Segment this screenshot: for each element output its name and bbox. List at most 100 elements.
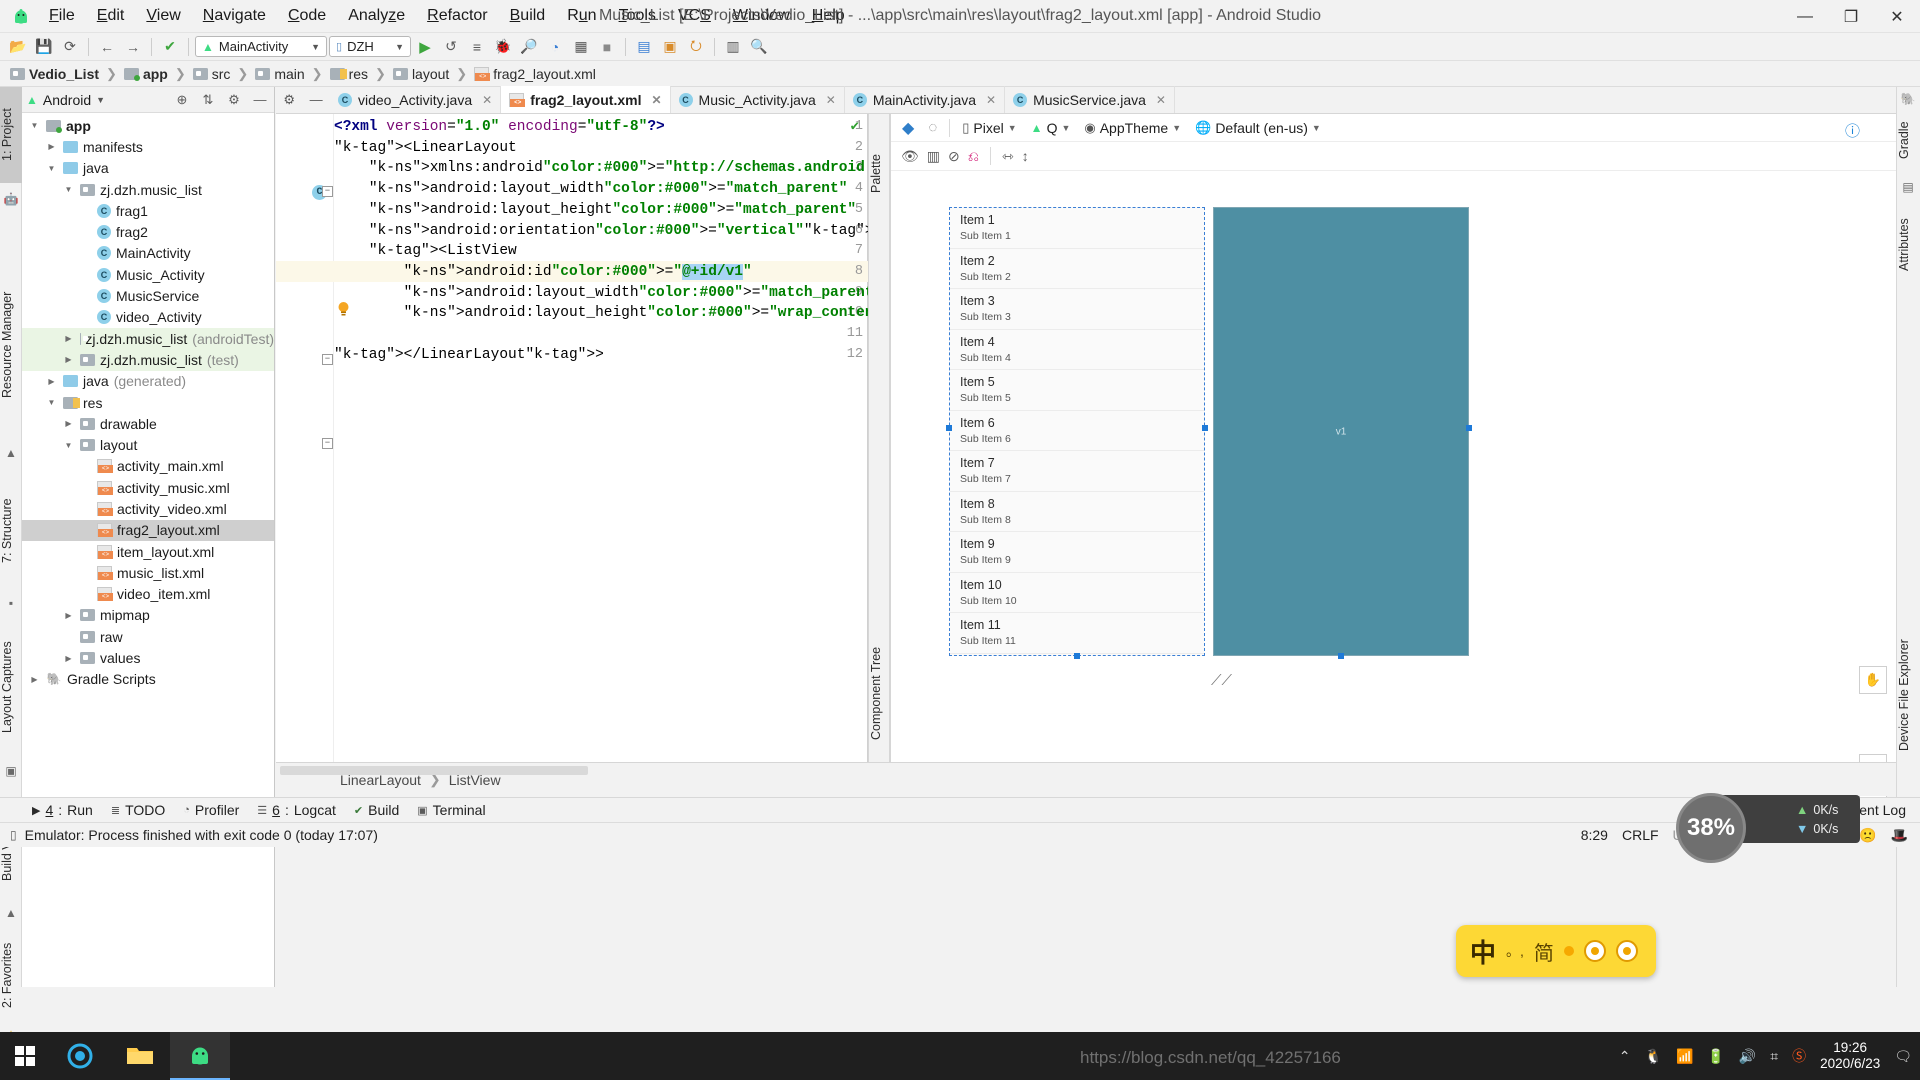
battery-icon[interactable]: 🔋 bbox=[1707, 1048, 1724, 1065]
build-icon[interactable]: ✔ bbox=[158, 36, 182, 58]
tree-node[interactable]: ▼ layout bbox=[22, 434, 274, 455]
intention-bulb-icon[interactable] bbox=[336, 301, 352, 317]
tree-node[interactable]: Cfrag2 bbox=[22, 221, 274, 242]
tree-node[interactable]: ▶ 🐘 Gradle Scripts bbox=[22, 669, 274, 690]
tool-tab-device-file-explorer[interactable]: Device File Explorer bbox=[1897, 615, 1919, 775]
tool-window-profiler[interactable]: ◔ Profiler bbox=[183, 802, 239, 818]
menu-view[interactable]: View bbox=[135, 0, 191, 32]
tree-node[interactable]: ▶ zj.dzh.music_list (test) bbox=[22, 349, 274, 371]
tree-expand-arrow-icon[interactable]: ▶ bbox=[62, 355, 75, 364]
open-icon[interactable]: 📂 bbox=[6, 36, 30, 58]
tree-node[interactable]: activity_video.xml bbox=[22, 498, 274, 519]
device-preview-rendered[interactable]: Item 1 Sub Item 1 Item 2 Sub Item 2 Item 3 Su… bbox=[949, 207, 1205, 656]
device-selector[interactable]: ▯ DZH ▼ bbox=[329, 36, 411, 57]
tree-node[interactable]: ▶ drawable bbox=[22, 413, 274, 434]
taskbar-cortana-icon[interactable] bbox=[50, 1032, 110, 1080]
preview-list-item[interactable]: Item 1 Sub Item 1 bbox=[950, 208, 1204, 249]
tree-expand-arrow-icon[interactable]: ▶ bbox=[28, 675, 41, 684]
apply-code-changes-icon[interactable]: ≡ bbox=[465, 36, 489, 58]
fold-marker-icon[interactable]: − bbox=[322, 354, 333, 365]
menu-code[interactable]: Code bbox=[277, 0, 337, 32]
code-line[interactable]: "k-ns">android:orientation"color:#000">=… bbox=[334, 223, 882, 239]
tree-node[interactable]: C Music_Activity bbox=[22, 264, 274, 285]
menu-file[interactable]: File bbox=[38, 0, 86, 32]
preview-list-item[interactable]: Item 11 Sub Item 11 bbox=[950, 613, 1204, 654]
chevron-up-icon[interactable]: ⌃ bbox=[1619, 1048, 1631, 1065]
device-preview-blueprint[interactable]: v1 bbox=[1213, 207, 1469, 656]
tree-node[interactable]: ▼ zj.dzh.music_list bbox=[22, 179, 274, 200]
design-surface-icon[interactable]: ◆ bbox=[897, 117, 919, 139]
taskbar-android-studio-icon[interactable] bbox=[170, 1032, 230, 1080]
taskbar-clock[interactable]: 19:26 2020/6/23 bbox=[1820, 1040, 1880, 1072]
preview-list-item[interactable]: Item 9 Sub Item 9 bbox=[950, 532, 1204, 573]
editor-tab-music-service[interactable]: C MusicService.java ✕ bbox=[1005, 86, 1175, 113]
selection-handle[interactable] bbox=[1074, 653, 1080, 659]
close-icon[interactable]: ✕ bbox=[826, 93, 836, 107]
profiler-icon[interactable]: ◔ bbox=[543, 36, 567, 58]
save-icon[interactable]: 💾 bbox=[32, 36, 56, 58]
tree-node[interactable]: ▼ res bbox=[22, 392, 274, 413]
breadcrumb-item-file[interactable]: frag2_layout.xml bbox=[474, 66, 596, 82]
tree-node[interactable]: C MainActivity bbox=[22, 243, 274, 264]
project-view-selector[interactable]: ▲ Android ▼ bbox=[26, 92, 105, 108]
close-button[interactable]: ✕ bbox=[1874, 0, 1920, 33]
pan-icon[interactable]: ✋ bbox=[1859, 666, 1887, 694]
tree-node[interactable]: ▶ zj.dzh.music_list (androidTest) bbox=[22, 327, 274, 350]
code-line[interactable]: "k-tag"><LinearLayout bbox=[334, 140, 517, 156]
palette-strip-label[interactable]: Palette bbox=[869, 142, 891, 206]
align-horizontal-icon[interactable]: ⇿ bbox=[1002, 148, 1014, 165]
tool-tab-resource-manager[interactable]: Resource Manager bbox=[0, 255, 22, 435]
theme-selector[interactable]: ◉ AppTheme ▼ bbox=[1079, 117, 1186, 139]
component-tree-strip-label[interactable]: Component Tree bbox=[869, 632, 891, 754]
resize-corner-icon[interactable]: ⟋⟋ bbox=[1211, 672, 1232, 689]
code-line[interactable]: "k-tag"></LinearLayout"k-tag">> bbox=[334, 347, 604, 363]
code-line[interactable]: "k-ns">android:layout_height"color:#000"… bbox=[334, 202, 856, 218]
editor-tab-video-activity[interactable]: C video_Activity.java ✕ bbox=[330, 86, 502, 113]
maximize-button[interactable]: ❐ bbox=[1828, 0, 1874, 33]
collapse-all-icon[interactable]: ⇅ bbox=[198, 90, 218, 110]
tree-expand-arrow-icon[interactable]: ▶ bbox=[62, 419, 75, 428]
tree-node[interactable]: C MusicService bbox=[22, 285, 274, 306]
run-configuration-selector[interactable]: ▲ MainActivity ▼ bbox=[195, 36, 327, 57]
breadcrumb-item-app[interactable]: app bbox=[123, 66, 168, 82]
selection-handle[interactable] bbox=[1202, 425, 1208, 431]
attributes-icon[interactable]: ▤ bbox=[1900, 179, 1916, 195]
tree-expand-arrow-icon[interactable]: ▼ bbox=[28, 121, 41, 130]
gradle-sync-icon[interactable]: ⭮ bbox=[684, 36, 708, 58]
hide-icon[interactable]: — bbox=[310, 92, 323, 107]
preview-list-item[interactable]: Item 3 Sub Item 3 bbox=[950, 289, 1204, 330]
code-line[interactable]: "k-tag"><ListView bbox=[334, 243, 517, 259]
tree-node[interactable]: activity_music.xml bbox=[22, 477, 274, 498]
sync-icon[interactable]: ⟳ bbox=[58, 36, 82, 58]
editor-horizontal-scrollbar[interactable] bbox=[280, 766, 588, 775]
tree-node[interactable]: ▶ java (generated) bbox=[22, 371, 274, 392]
menu-window[interactable]: Window bbox=[722, 0, 801, 32]
qq-icon[interactable]: 🐧 bbox=[1645, 1048, 1662, 1065]
ime-shape-label[interactable]: 简 bbox=[1534, 937, 1554, 966]
menu-help[interactable]: Help bbox=[801, 0, 856, 32]
search-icon[interactable]: 🔍 bbox=[747, 36, 771, 58]
locale-selector[interactable]: 🌐 Default (en-us) ▼ bbox=[1190, 117, 1326, 139]
settings-gear-icon[interactable]: ⚙ bbox=[224, 90, 244, 110]
volume-icon[interactable]: 🔊 bbox=[1739, 1048, 1756, 1065]
debug-attach-icon[interactable]: 🔎 bbox=[517, 36, 541, 58]
device-selector[interactable]: ▯ Pixel ▼ bbox=[957, 117, 1021, 139]
breadcrumb-item-src[interactable]: src bbox=[192, 66, 230, 82]
project-tree[interactable]: ▼ app ▶ manifests ▼ java ▼ zj.dzh.music_list Cfr… bbox=[22, 113, 274, 690]
tree-node[interactable]: ▼ app bbox=[22, 115, 274, 136]
tool-tab-attributes[interactable]: Attributes bbox=[1897, 199, 1919, 291]
preview-list-item[interactable]: Item 10 Sub Item 10 bbox=[950, 573, 1204, 613]
menu-tools[interactable]: Tools bbox=[608, 0, 667, 32]
clear-constraints-icon[interactable]: ⎌ bbox=[968, 148, 979, 165]
selection-handle[interactable] bbox=[1466, 425, 1472, 431]
forward-icon[interactable]: → bbox=[121, 36, 145, 58]
code-line[interactable]: "k-ns">android:id"color:#000">="@+id/v1" bbox=[334, 263, 752, 280]
tree-node[interactable]: item_layout.xml bbox=[22, 541, 274, 562]
code-line[interactable]: "k-ns">android:layout_width"color:#000">… bbox=[334, 181, 848, 197]
menu-vcs[interactable]: VCS bbox=[667, 0, 722, 32]
close-icon[interactable]: ✕ bbox=[986, 93, 996, 107]
back-icon[interactable]: ← bbox=[95, 36, 119, 58]
design-canvas[interactable]: Item 1 Sub Item 1 Item 2 Sub Item 2 Item 3 Su… bbox=[891, 172, 1897, 816]
tree-expand-arrow-icon[interactable]: ▼ bbox=[45, 164, 58, 173]
start-button[interactable] bbox=[0, 1032, 50, 1080]
